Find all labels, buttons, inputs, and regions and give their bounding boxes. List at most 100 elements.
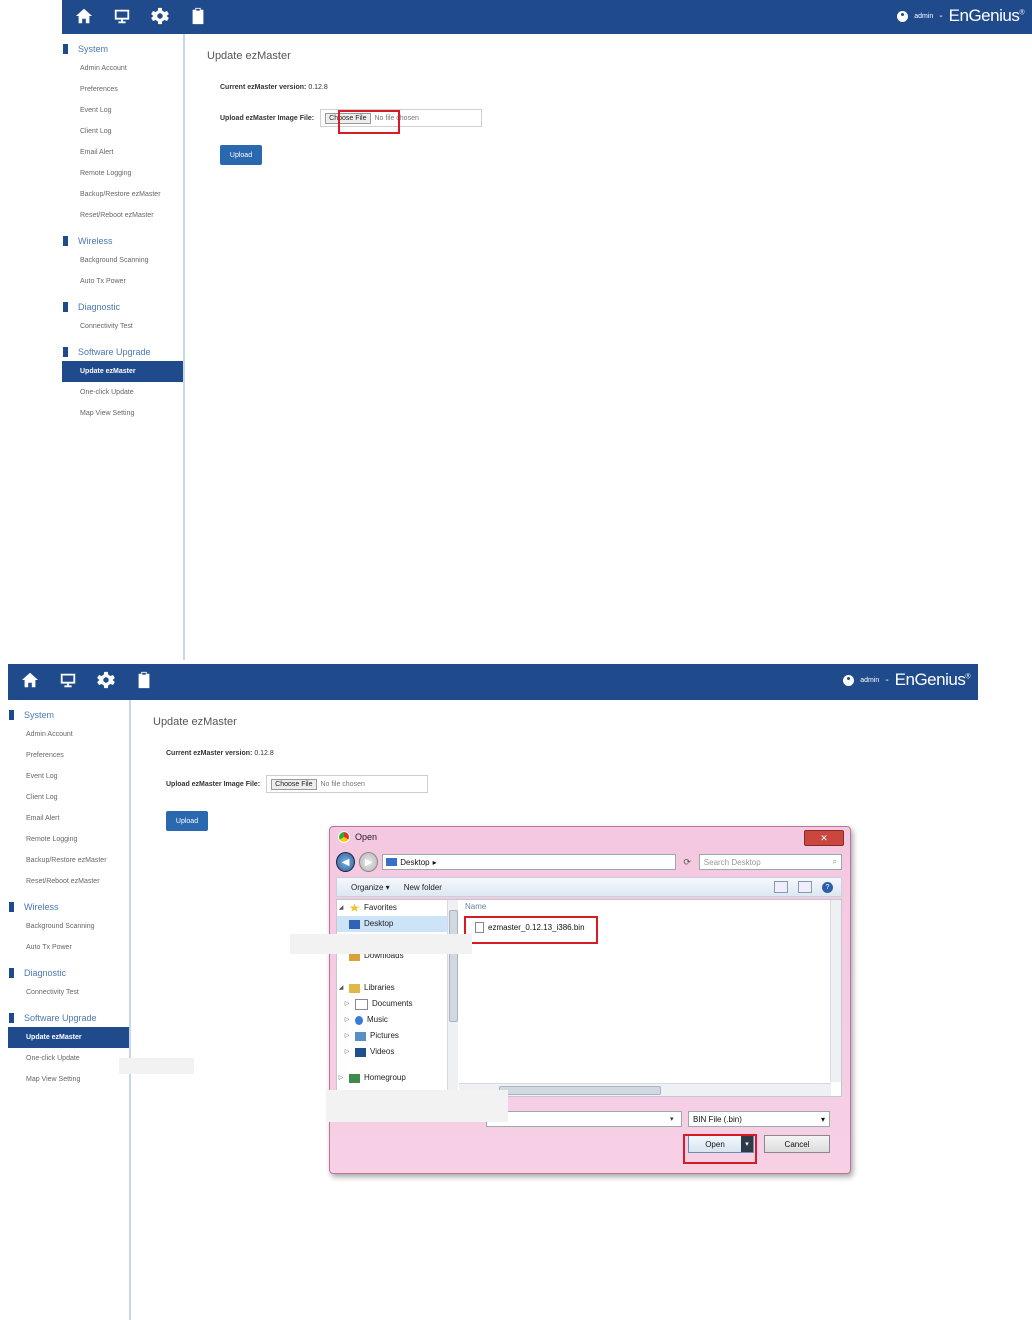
tree-item-desktop[interactable]: Desktop (337, 916, 457, 932)
clipboard-icon[interactable] (188, 6, 208, 26)
dialog-title: Open (355, 832, 378, 842)
tree-expand-arrow[interactable]: ◢ (337, 900, 345, 916)
sidebar-item-update-ezmaster[interactable]: Update ezMaster (62, 361, 183, 382)
view-options-icon[interactable] (774, 881, 788, 893)
nav-pane-scrollbar[interactable] (447, 900, 458, 1096)
sidebar-section-software-upgrade[interactable]: Software Upgrade (8, 1009, 129, 1027)
sidebar-section-diagnostic[interactable]: Diagnostic (62, 298, 183, 316)
sidebar-item-preferences[interactable]: Preferences (62, 79, 183, 100)
sidebar-item-auto-tx-power[interactable]: Auto Tx Power (8, 937, 129, 958)
sidebar-item-one-click-update[interactable]: One-click Update (8, 1048, 129, 1069)
sidebar-section-software-upgrade[interactable]: Software Upgrade (62, 343, 183, 361)
tree-expand-arrow[interactable]: ▷ (343, 996, 351, 1012)
back-arrow-icon[interactable]: ◀ (336, 852, 356, 872)
gear-icon[interactable] (150, 6, 170, 26)
hscroll-thumb[interactable] (499, 1086, 661, 1095)
new-folder-button[interactable]: New folder (404, 883, 442, 892)
sidebar-item-client-log[interactable]: Client Log (62, 121, 183, 142)
sidebar-item-event-log[interactable]: Event Log (8, 766, 129, 787)
clipboard-icon[interactable] (134, 670, 154, 690)
sidebar-section-system[interactable]: System (8, 706, 129, 724)
sidebar-item-admin-account[interactable]: Admin Account (62, 58, 183, 79)
organize-menu[interactable]: Organize ▾ (351, 883, 390, 892)
monitor-icon[interactable] (58, 670, 78, 690)
home-icon[interactable] (20, 670, 40, 690)
brand-area: admin - EnGenius® (897, 6, 1024, 26)
sidebar-section-diagnostic[interactable]: Diagnostic (8, 964, 129, 982)
user-label[interactable]: admin (860, 677, 879, 684)
preview-pane-icon[interactable] (798, 881, 812, 893)
gear-icon[interactable] (96, 670, 116, 690)
sidebar-item-remote-logging[interactable]: Remote Logging (8, 829, 129, 850)
user-icon[interactable] (843, 674, 855, 686)
file-type-select[interactable]: BIN File (.bin) ▾ (688, 1111, 830, 1127)
sidebar-item-backup-restore[interactable]: Backup/Restore ezMaster (8, 850, 129, 871)
sidebar-item-connectivity-test[interactable]: Connectivity Test (62, 316, 183, 337)
scrollbar-thumb[interactable] (449, 910, 458, 1022)
videos-icon (355, 1047, 366, 1057)
file-name-input[interactable] (486, 1111, 682, 1127)
address-bar[interactable]: Desktop ▸ (382, 854, 676, 870)
search-input[interactable]: Search Desktop ⌕ (698, 854, 842, 870)
tree-item-videos[interactable]: ▷ Videos (337, 1044, 457, 1060)
file-name-dropdown-icon[interactable]: ▾ (670, 1115, 674, 1123)
sidebar-section-wireless[interactable]: Wireless (8, 898, 129, 916)
sidebar-item-event-log[interactable]: Event Log (62, 100, 183, 121)
sidebar-item-admin-account[interactable]: Admin Account (8, 724, 129, 745)
sidebar-item-background-scanning[interactable]: Background Scanning (8, 916, 129, 937)
tree-item-homegroup[interactable]: ▷ Homegroup (337, 1070, 457, 1086)
tree-item-pictures[interactable]: ▷ Pictures (337, 1028, 457, 1044)
brand-mark: ® (1019, 9, 1024, 17)
tree-label: Pictures (370, 1031, 399, 1040)
search-placeholder: Search Desktop (703, 857, 761, 867)
sidebar-item-map-view-setting[interactable]: Map View Setting (8, 1069, 129, 1090)
sidebar-section-wireless[interactable]: Wireless (62, 232, 183, 250)
sidebar-item-reset-reboot[interactable]: Reset/Reboot ezMaster (8, 871, 129, 892)
tree-expand-arrow[interactable]: ◢ (337, 980, 345, 996)
upload-button[interactable]: Upload (220, 145, 262, 165)
forward-arrow-icon[interactable]: ▶ (359, 852, 379, 872)
home-icon[interactable] (74, 6, 94, 26)
sidebar-item-email-alert[interactable]: Email Alert (62, 142, 183, 163)
sidebar-item-auto-tx-power[interactable]: Auto Tx Power (62, 271, 183, 292)
tree-expand-arrow[interactable]: ▷ (337, 1070, 345, 1086)
monitor-icon[interactable] (112, 6, 132, 26)
brand-name: EnGenius (948, 6, 1020, 25)
file-input[interactable]: Choose File No file chosen (266, 775, 429, 793)
tree-expand-arrow[interactable]: ▷ (343, 1044, 351, 1060)
tree-item-music[interactable]: ▷ Music (337, 1012, 457, 1028)
tree-item-favorites[interactable]: ◢ Favorites (337, 900, 457, 916)
cancel-button[interactable]: Cancel (764, 1135, 830, 1153)
tree-item-documents[interactable]: ▷ Documents (337, 996, 457, 1012)
user-icon[interactable] (897, 10, 909, 22)
sidebar-item-update-ezmaster[interactable]: Update ezMaster (8, 1027, 129, 1048)
sidebar-item-background-scanning[interactable]: Background Scanning (62, 250, 183, 271)
upload-button[interactable]: Upload (166, 811, 208, 831)
chrome-icon (338, 831, 350, 843)
sidebar-item-backup-restore[interactable]: Backup/Restore ezMaster (62, 184, 183, 205)
documents-icon (355, 998, 368, 1010)
sidebar-item-reset-reboot[interactable]: Reset/Reboot ezMaster (62, 205, 183, 226)
sidebar-item-map-view-setting[interactable]: Map View Setting (62, 403, 183, 424)
file-pane-vscrollbar[interactable] (830, 900, 841, 1082)
sidebar-item-email-alert[interactable]: Email Alert (8, 808, 129, 829)
sidebar-item-remote-logging[interactable]: Remote Logging (62, 163, 183, 184)
version-value: 0.12.8 (254, 750, 274, 757)
tree-expand-arrow[interactable]: ▷ (343, 1012, 351, 1028)
choose-file-button[interactable]: Choose File (271, 778, 317, 790)
brand-separator: - (885, 674, 889, 686)
sidebar-item-preferences[interactable]: Preferences (8, 745, 129, 766)
refresh-icon[interactable]: ⟳ (680, 854, 695, 870)
sidebar-section-system[interactable]: System (62, 40, 183, 58)
sidebar-item-one-click-update[interactable]: One-click Update (62, 382, 183, 403)
sidebar-item-connectivity-test[interactable]: Connectivity Test (8, 982, 129, 1003)
brand-separator: - (939, 10, 943, 22)
dialog-close-button[interactable]: ✕ (804, 830, 844, 846)
tree-item-libraries[interactable]: ◢ Libraries (337, 980, 457, 996)
file-pane-hscrollbar[interactable] (459, 1083, 831, 1096)
help-icon[interactable]: ? (822, 881, 833, 893)
column-header-name[interactable]: Name (465, 902, 486, 911)
tree-expand-arrow[interactable]: ▷ (343, 1028, 351, 1044)
sidebar-item-client-log[interactable]: Client Log (8, 787, 129, 808)
user-label[interactable]: admin (914, 13, 933, 20)
